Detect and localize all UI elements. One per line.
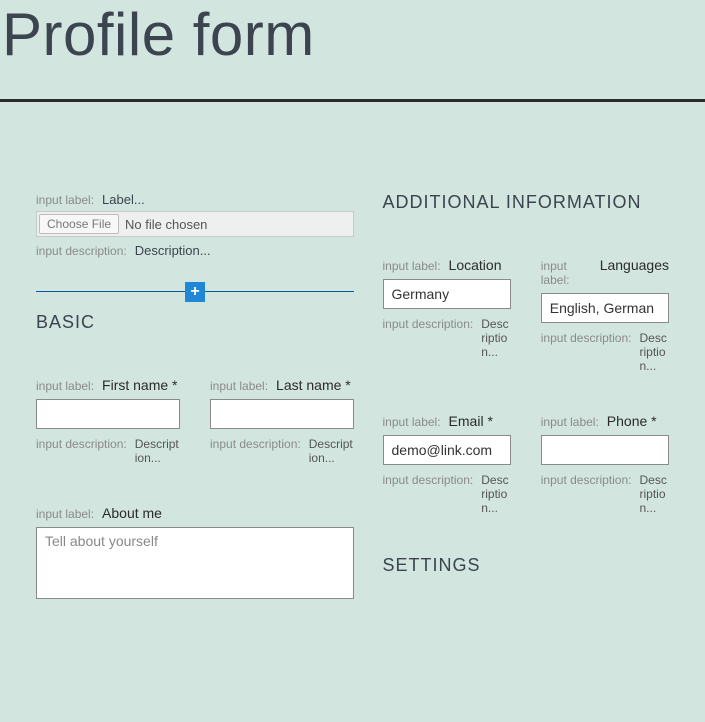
meta-description: input description:	[210, 437, 301, 451]
meta-description: input description:	[541, 473, 632, 487]
first-name-input[interactable]	[36, 399, 180, 429]
phone-field: input label: Phone * input description: …	[541, 413, 669, 515]
meta-label: input label:	[36, 193, 94, 207]
last-name-desc[interactable]: Description...	[309, 437, 354, 465]
section-additional: ADDITIONAL INFORMATION	[383, 192, 670, 213]
meta-label: input label:	[383, 415, 441, 429]
section-basic: BASIC	[36, 312, 323, 333]
meta-description: input description:	[36, 437, 127, 451]
add-button[interactable]: +	[185, 282, 205, 302]
phone-desc[interactable]: Description...	[639, 473, 669, 515]
form-area: input label: Label... Choose File No fil…	[0, 192, 705, 604]
left-column: input label: Label... Choose File No fil…	[36, 192, 323, 604]
languages-label[interactable]: Languages	[600, 257, 669, 273]
languages-input[interactable]	[541, 293, 669, 323]
email-input[interactable]	[383, 435, 511, 465]
meta-description: input description:	[383, 317, 474, 331]
first-name-field: input label: First name * input descript…	[36, 377, 180, 465]
upload-label-placeholder[interactable]: Label...	[102, 192, 145, 207]
about-field: input label: About me	[36, 505, 354, 604]
meta-description: input description:	[383, 473, 474, 487]
plus-icon: +	[190, 283, 199, 301]
location-label[interactable]: Location	[449, 257, 502, 273]
about-input[interactable]	[36, 527, 354, 599]
meta-description: input description:	[36, 244, 127, 258]
last-name-input[interactable]	[210, 399, 354, 429]
location-desc[interactable]: Description...	[481, 317, 511, 359]
last-name-field: input label: Last name * input descripti…	[210, 377, 354, 465]
email-field: input label: Email * input description: …	[383, 413, 511, 515]
section-settings: SETTINGS	[383, 555, 670, 576]
upload-description-placeholder[interactable]: Description...	[135, 243, 211, 258]
phone-input[interactable]	[541, 435, 669, 465]
meta-label: input label:	[383, 259, 441, 273]
meta-label: input label:	[541, 259, 592, 287]
file-status: No file chosen	[125, 217, 207, 232]
first-name-desc[interactable]: Description...	[135, 437, 180, 465]
meta-label: input label:	[36, 507, 94, 521]
last-name-label[interactable]: Last name *	[276, 377, 351, 393]
location-input[interactable]	[383, 279, 511, 309]
first-name-label[interactable]: First name *	[102, 377, 177, 393]
location-field: input label: Location input description:…	[383, 257, 511, 373]
email-desc[interactable]: Description...	[481, 473, 511, 515]
right-column: ADDITIONAL INFORMATION input label: Loca…	[383, 192, 670, 604]
divider	[0, 99, 705, 102]
meta-label: input label:	[36, 379, 94, 393]
languages-desc[interactable]: Description...	[639, 331, 669, 373]
email-label[interactable]: Email *	[449, 413, 493, 429]
upload-field: input label: Label... Choose File No fil…	[36, 192, 354, 258]
languages-field: input label: Languages input description…	[541, 257, 669, 373]
add-divider: +	[36, 282, 354, 302]
choose-file-button[interactable]: Choose File	[39, 214, 119, 234]
meta-description: input description:	[541, 331, 632, 345]
about-label[interactable]: About me	[102, 505, 162, 521]
phone-label[interactable]: Phone *	[607, 413, 657, 429]
file-input[interactable]: Choose File No file chosen	[36, 211, 354, 237]
meta-label: input label:	[541, 415, 599, 429]
page-title: Profile form	[0, 0, 705, 99]
meta-label: input label:	[210, 379, 268, 393]
